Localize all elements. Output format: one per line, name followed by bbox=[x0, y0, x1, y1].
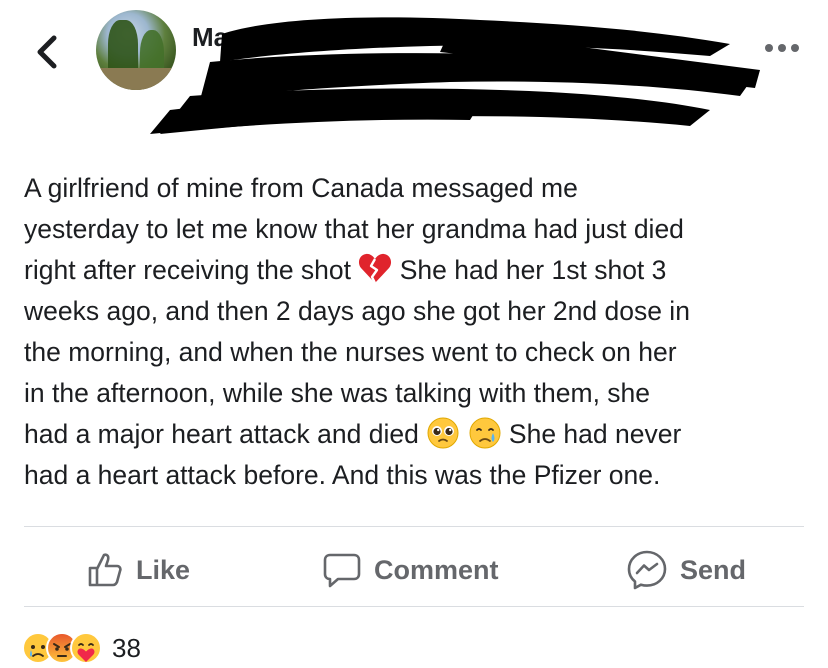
thumbs-up-icon bbox=[88, 553, 122, 587]
messenger-icon bbox=[627, 550, 667, 590]
post-line: weeks ago, and then 2 days ago she got h… bbox=[24, 296, 690, 326]
pleading-face-emoji-icon bbox=[427, 417, 459, 449]
send-label: Send bbox=[680, 554, 747, 585]
redaction-scribble bbox=[150, 17, 760, 134]
reaction-count: 38 bbox=[112, 632, 141, 663]
more-dots-icon bbox=[765, 44, 799, 52]
crying-face-emoji-icon bbox=[469, 417, 501, 449]
post-line: She had never bbox=[501, 419, 682, 449]
post-line: had a major heart attack and died bbox=[24, 419, 427, 449]
post-line: A girlfriend of mine from Canada message… bbox=[24, 173, 578, 203]
like-label: Like bbox=[136, 554, 191, 585]
divider bbox=[24, 526, 804, 527]
divider bbox=[24, 606, 804, 607]
care-reaction-icon bbox=[70, 632, 102, 664]
post-line: right after receiving the shot bbox=[24, 255, 359, 285]
chevron-left-icon bbox=[37, 35, 57, 69]
more-options-button[interactable] bbox=[762, 36, 802, 60]
post-text: A girlfriend of mine from Canada message… bbox=[24, 168, 814, 496]
comment-bubble-icon bbox=[323, 553, 361, 588]
post-line: in the afternoon, while she was talking … bbox=[24, 378, 651, 408]
post-line: the morning, and when the nurses went to… bbox=[24, 337, 677, 367]
post-line: She had her 1st shot 3 bbox=[392, 255, 667, 285]
broken-heart-emoji-icon bbox=[359, 253, 392, 284]
send-button[interactable]: Send bbox=[626, 546, 746, 594]
post-line: yesterday to let me know that her grandm… bbox=[24, 214, 684, 244]
like-button[interactable]: Like bbox=[86, 546, 190, 594]
back-button[interactable] bbox=[28, 26, 68, 78]
comment-button[interactable]: Comment bbox=[322, 546, 499, 594]
post-line: had a heart attack before. And this was … bbox=[24, 460, 661, 490]
reactions-summary[interactable]: 38 bbox=[22, 628, 141, 668]
comment-label: Comment bbox=[374, 554, 499, 585]
